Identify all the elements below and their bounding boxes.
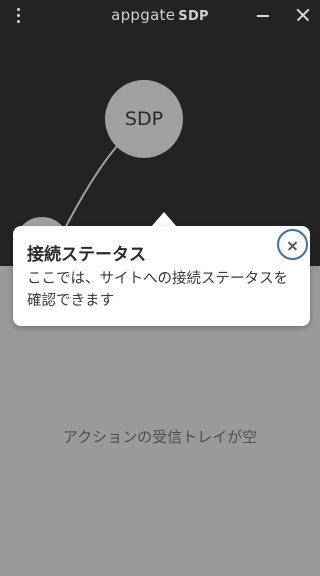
app-window: appgate SDP SDP アクションの受信トレイが空 接続ステータス ここで… bbox=[0, 0, 320, 576]
connection-line bbox=[59, 144, 119, 239]
connection-status-tooltip: 接続ステータス ここでは、サイトへの接続ステータスを確認できます bbox=[13, 226, 310, 326]
tooltip-pointer bbox=[151, 212, 177, 227]
inbox-empty-message: アクションの受信トレイが空 bbox=[62, 428, 258, 446]
sdp-node[interactable] bbox=[105, 80, 183, 158]
tooltip-body: ここでは、サイトへの接続ステータスを確認できます bbox=[27, 271, 288, 309]
app-name: appgate bbox=[111, 6, 176, 24]
app-suffix: SDP bbox=[178, 9, 209, 24]
title-bar: appgate SDP bbox=[0, 0, 320, 30]
minimize-icon[interactable] bbox=[252, 3, 276, 27]
tooltip-close-icon[interactable] bbox=[277, 229, 308, 260]
tooltip-title: 接続ステータス bbox=[27, 245, 146, 265]
close-icon[interactable] bbox=[292, 3, 316, 27]
